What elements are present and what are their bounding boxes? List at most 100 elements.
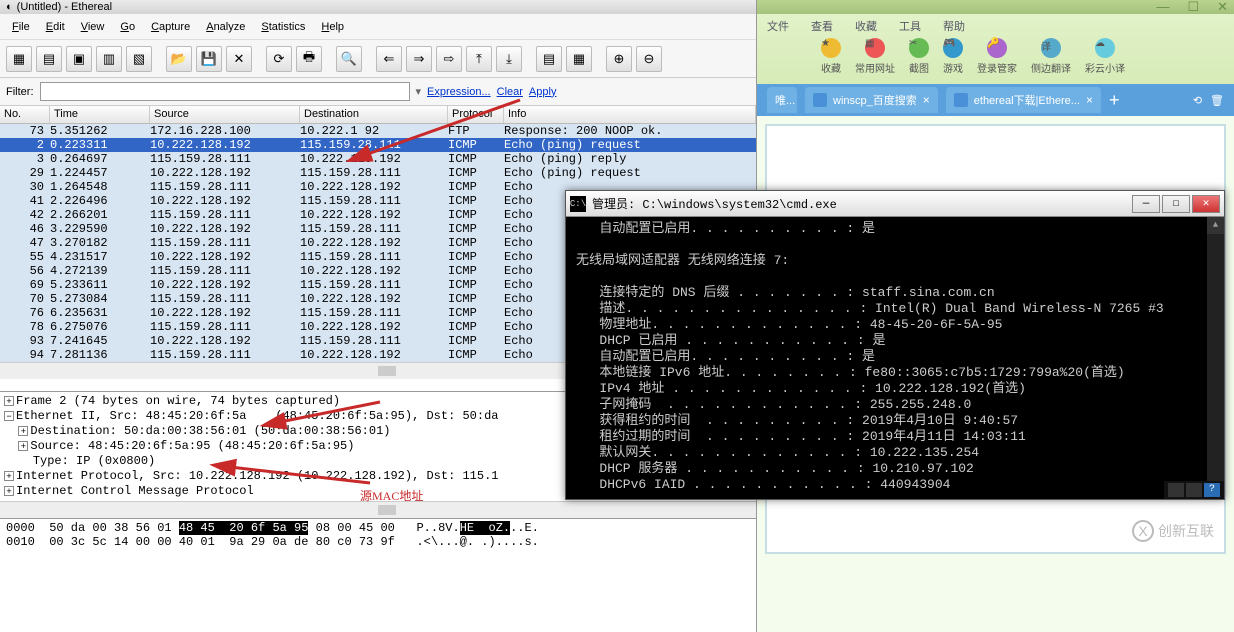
tb-interfaces-icon[interactable]: ▦ <box>6 46 32 72</box>
browser-titlebar[interactable]: — ☐ ✕ <box>757 0 1234 14</box>
table-row[interactable]: 735.351262172.16.228.10010.222.1 92FTPRe… <box>0 124 756 138</box>
col-time[interactable]: Time <box>50 106 150 123</box>
tab-restore-icon[interactable]: ⟲ <box>1193 94 1202 107</box>
tree-toggle-icon[interactable]: + <box>4 396 14 406</box>
cmd-minimize[interactable]: — <box>1132 195 1160 213</box>
tab-0[interactable]: 唯...× <box>767 87 797 113</box>
ime-icon[interactable] <box>1186 483 1202 497</box>
menu-statistics[interactable]: Statistics <box>255 19 311 35</box>
tb-gotop-icon[interactable]: ⤒ <box>466 46 492 72</box>
tb-start-icon[interactable]: ▣ <box>66 46 92 72</box>
br-icon-login[interactable]: 🔑登录管家 <box>977 38 1017 75</box>
col-info[interactable]: Info <box>504 106 756 123</box>
tab-2[interactable]: ethereal下载|Ethere...× <box>946 87 1101 113</box>
br-menu-fav[interactable]: 收藏 <box>855 18 877 34</box>
col-no[interactable]: No. <box>0 106 50 123</box>
tb-zoomin-icon[interactable]: ⊕ <box>606 46 632 72</box>
tab-trash-icon[interactable]: 🗑 <box>1210 94 1224 107</box>
tb-restart-icon[interactable]: ▧ <box>126 46 152 72</box>
tb-forward-icon[interactable]: ⇒ <box>406 46 432 72</box>
br-menu-file[interactable]: 文件 <box>767 18 789 34</box>
cmd-output[interactable]: 自动配置已启用. . . . . . . . . . : 是 无线局域网适配器 … <box>566 217 1224 497</box>
tb-print-icon[interactable]: 🖶 <box>296 46 322 72</box>
cmd-maximize[interactable]: ☐ <box>1162 195 1190 213</box>
tb-reload-icon[interactable]: ⟳ <box>266 46 292 72</box>
tb-stop-icon[interactable]: ▥ <box>96 46 122 72</box>
menu-help[interactable]: Help <box>315 19 350 35</box>
ethereal-titlebar[interactable]: ◐ (Untitled) - Ethereal <box>0 0 756 14</box>
br-menu-view[interactable]: 查看 <box>811 18 833 34</box>
menu-file[interactable]: FFileile <box>6 19 36 35</box>
filter-clear[interactable]: Clear <box>497 86 523 98</box>
tb-find-icon[interactable]: 🔍 <box>336 46 362 72</box>
filterbar: Filter: ▾ Expression... Clear Apply <box>0 78 756 106</box>
menu-view[interactable]: View <box>75 19 111 35</box>
br-icon-screenshot[interactable]: ✂截图 <box>909 38 929 75</box>
cmd-titlebar[interactable]: C:\ 管理员: C:\windows\system32\cmd.exe — ☐… <box>566 191 1224 217</box>
packet-list-header: No. Time Source Destination Protocol Inf… <box>0 106 756 124</box>
tb-zoomout-icon[interactable]: ⊖ <box>636 46 662 72</box>
scroll-up-icon[interactable]: ▲ <box>1207 217 1224 234</box>
br-menu-help[interactable]: 帮助 <box>943 18 965 34</box>
table-row[interactable]: 291.22445710.222.128.192115.159.28.111IC… <box>0 166 756 180</box>
grid-icon: ▦ <box>865 38 885 58</box>
br-icon-sites[interactable]: ▦常用网址 <box>855 38 895 75</box>
cmd-window: C:\ 管理员: C:\windows\system32\cmd.exe — ☐… <box>565 190 1225 500</box>
br-icon-caiyun[interactable]: ☁彩云小译 <box>1085 38 1125 75</box>
br-menu-tools[interactable]: 工具 <box>899 18 921 34</box>
watermark: X 创新互联 <box>1132 520 1214 542</box>
col-protocol[interactable]: Protocol <box>448 106 504 123</box>
hex-pane[interactable]: 0000 50 da 00 38 56 01 48 45 20 6f 5a 95… <box>0 518 756 548</box>
cloud-icon: ☁ <box>1095 38 1115 58</box>
tb-close-icon[interactable]: ✕ <box>226 46 252 72</box>
tree-toggle-icon[interactable]: + <box>4 471 14 481</box>
favicon-icon <box>954 93 968 107</box>
favicon-icon <box>813 93 827 107</box>
cmd-close[interactable]: ✕ <box>1192 195 1220 213</box>
tree-toggle-icon[interactable]: + <box>18 441 28 451</box>
cmd-scrollbar[interactable]: ▲ <box>1207 217 1224 481</box>
key-icon: 🔑 <box>987 38 1007 58</box>
tb-autoscroll-icon[interactable]: ▦ <box>566 46 592 72</box>
tb-back-icon[interactable]: ⇐ <box>376 46 402 72</box>
tree-toggle-icon[interactable]: + <box>4 486 14 496</box>
br-icon-translate[interactable]: 译侧边翻译 <box>1031 38 1071 75</box>
tb-goto-icon[interactable]: ⇨ <box>436 46 462 72</box>
tb-options-icon[interactable]: ▤ <box>36 46 62 72</box>
menu-analyze[interactable]: Analyze <box>200 19 251 35</box>
scissors-icon: ✂ <box>909 38 929 58</box>
maximize-icon[interactable]: ☐ <box>1187 0 1199 15</box>
tb-save-icon[interactable]: 💾 <box>196 46 222 72</box>
filter-input[interactable] <box>40 82 410 101</box>
tb-colorize-icon[interactable]: ▤ <box>536 46 562 72</box>
new-tab-button[interactable]: + <box>1109 90 1120 111</box>
translate-icon: 译 <box>1041 38 1061 58</box>
tree-toggle-icon[interactable]: − <box>4 411 14 421</box>
menu-edit[interactable]: Edit <box>40 19 71 35</box>
minimize-icon[interactable]: — <box>1156 0 1169 15</box>
menubar: FFileile Edit View Go Capture Analyze St… <box>0 14 756 40</box>
menu-go[interactable]: Go <box>114 19 141 35</box>
browser-tabs: 唯...× winscp_百度搜索× ethereal下载|Ethere...×… <box>757 84 1234 116</box>
close-icon[interactable]: ✕ <box>1217 0 1228 15</box>
filter-apply[interactable]: Apply <box>529 86 557 98</box>
window-controls: — ☐ ✕ <box>1156 0 1228 15</box>
menu-capture[interactable]: Capture <box>145 19 196 35</box>
tb-gobot-icon[interactable]: ⤓ <box>496 46 522 72</box>
gamepad-icon: 🎮 <box>943 38 963 58</box>
tab-1[interactable]: winscp_百度搜索× <box>805 87 938 113</box>
tab-close-icon[interactable]: × <box>1086 93 1093 107</box>
tree-toggle-icon[interactable]: + <box>18 426 28 436</box>
filter-expression[interactable]: Expression... <box>427 86 491 98</box>
table-row[interactable]: 30.264697115.159.28.11110.222.128.192ICM… <box>0 152 756 166</box>
col-source[interactable]: Source <box>150 106 300 123</box>
tab-close-icon[interactable]: × <box>923 93 930 107</box>
table-row[interactable]: 20.22331110.222.128.192115.159.28.111ICM… <box>0 138 756 152</box>
col-destination[interactable]: Destination <box>300 106 448 123</box>
tb-open-icon[interactable]: 📂 <box>166 46 192 72</box>
br-icon-fav[interactable]: ★收藏 <box>821 38 841 75</box>
help-icon[interactable]: ? <box>1204 483 1220 497</box>
star-icon: ★ <box>821 38 841 58</box>
ime-icon[interactable] <box>1168 483 1184 497</box>
br-icon-game[interactable]: 🎮游戏 <box>943 38 963 75</box>
